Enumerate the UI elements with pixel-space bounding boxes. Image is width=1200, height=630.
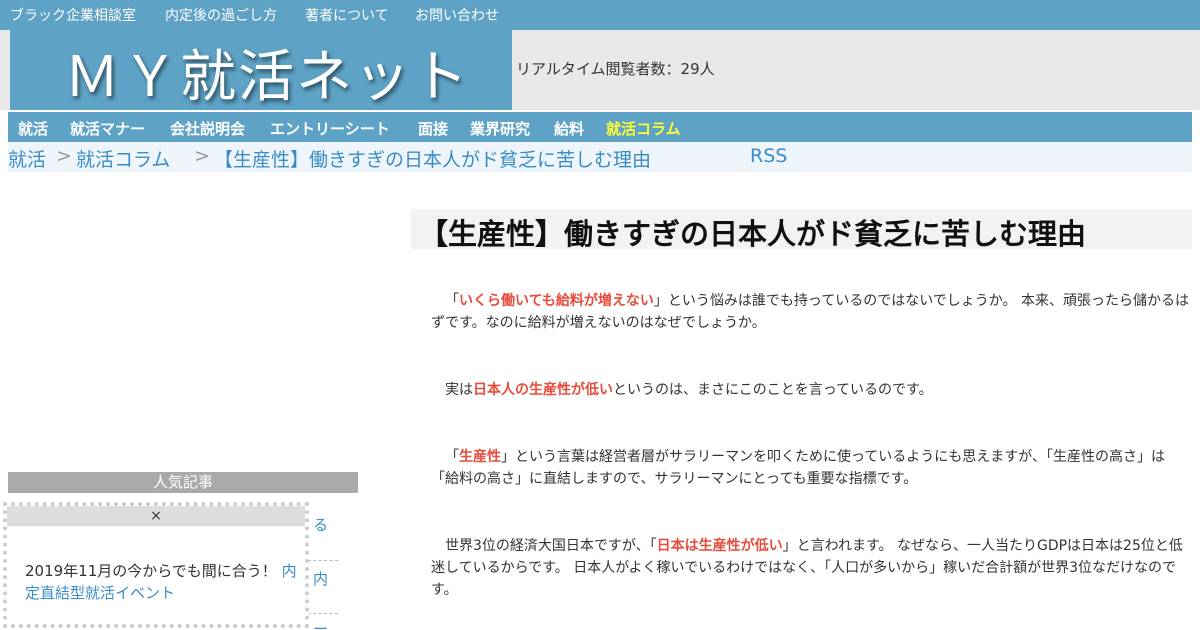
article-paragraph: 世界3位の経済大国日本ですが、「日本は生産性が低い」と言われます。 なぜなら、一… xyxy=(431,535,1189,601)
text: 「 xyxy=(445,449,459,465)
highlight-text: 日本は生産性が低い xyxy=(656,538,783,554)
breadcrumb-category[interactable]: 就活コラム xyxy=(76,145,170,172)
topbar-link-after-offer[interactable]: 内定後の過ごし方 xyxy=(165,5,277,25)
popup-text: 2019年11月の今からでも間に合う！ xyxy=(25,562,277,580)
topbar-link-author[interactable]: 著者について xyxy=(305,5,389,25)
article-paragraph: 実は日本人の生産性が低いというのは、まさにこのことを言っているのです。 xyxy=(431,379,1189,401)
popup-message: 2019年11月の今からでも間に合う！ 内定直結型就活イベント xyxy=(25,560,309,604)
main-nav: 就活 就活マナー 会社説明会 エントリーシート 面接 業界研究 給料 就活コラム xyxy=(8,112,1192,142)
topbar-link-black-company[interactable]: ブラック企業相談室 xyxy=(10,5,136,25)
article-title-text: 【生産性】働きすぎの日本人がド貧乏に苦しむ理由 xyxy=(419,217,1087,251)
logo-text: ＭＹ就活ネット xyxy=(64,45,470,110)
breadcrumb-separator: > xyxy=(56,145,72,167)
nav-item-interview[interactable]: 面接 xyxy=(418,118,448,139)
text: 世界3位の経済大国日本ですが、「 xyxy=(445,538,657,554)
nav-item-briefing[interactable]: 会社説明会 xyxy=(170,118,245,139)
article-title: 【生産性】働きすぎの日本人がド貧乏に苦しむ理由 xyxy=(411,209,1192,251)
site-logo[interactable]: ＭＹ就活ネット xyxy=(10,30,512,110)
nav-item-industry[interactable]: 業界研究 xyxy=(470,118,530,139)
popular-article-link[interactable]: 内 xyxy=(313,568,328,589)
event-popup: × 2019年11月の今からでも間に合う！ 内定直結型就活イベント xyxy=(3,502,309,628)
highlight-text: 日本人の生産性が低い xyxy=(473,382,613,398)
highlight-text: いくら働いても給料が増えない xyxy=(459,293,654,309)
text: 」という言葉は経営者層がサラリーマンを叩くために使っているようにも思えますが、「… xyxy=(431,449,1166,487)
nav-item-entry-sheet[interactable]: エントリーシート xyxy=(270,118,390,139)
viewer-count: リアルタイム閲覧者数：29人 xyxy=(516,60,715,78)
breadcrumb-separator: > xyxy=(194,145,210,167)
breadcrumb-current[interactable]: 【生産性】働きすぎの日本人がド貧乏に苦しむ理由 xyxy=(214,145,651,172)
nav-item-column[interactable]: 就活コラム xyxy=(606,118,681,139)
text: というのは、まさにこのことを言っているのです。 xyxy=(613,382,933,398)
breadcrumb-home[interactable]: 就活 xyxy=(8,145,46,172)
topbar-link-contact[interactable]: お問い合わせ xyxy=(415,5,499,25)
nav-item-salary[interactable]: 給料 xyxy=(554,118,584,139)
divider xyxy=(308,560,338,561)
rss-link[interactable]: RSS xyxy=(750,145,787,167)
top-bar: ブラック企業相談室 内定後の過ごし方 著者について お問い合わせ xyxy=(0,0,1200,30)
text: 「 xyxy=(445,293,459,309)
article-paragraph: 「生産性」という言葉は経営者層がサラリーマンを叩くために使っているようにも思えま… xyxy=(431,446,1189,490)
popular-article-link[interactable]: ー xyxy=(313,618,328,630)
highlight-text: 生産性 xyxy=(459,449,501,465)
text: 実は xyxy=(445,382,473,398)
close-icon[interactable]: × xyxy=(7,506,305,526)
nav-item-shukatsu[interactable]: 就活 xyxy=(18,118,48,139)
breadcrumb: 就活 > 就活コラム > 【生産性】働きすぎの日本人がド貧乏に苦しむ理由 RSS xyxy=(8,142,1192,172)
popular-article-link[interactable]: る xyxy=(313,514,328,535)
divider xyxy=(308,613,338,614)
article-paragraph: 「いくら働いても給料が増えない」という悩みは誰でも持っているのではないでしょうか… xyxy=(431,290,1189,334)
popular-articles-header: 人気記事 xyxy=(8,472,358,493)
nav-item-manner[interactable]: 就活マナー xyxy=(70,118,145,139)
